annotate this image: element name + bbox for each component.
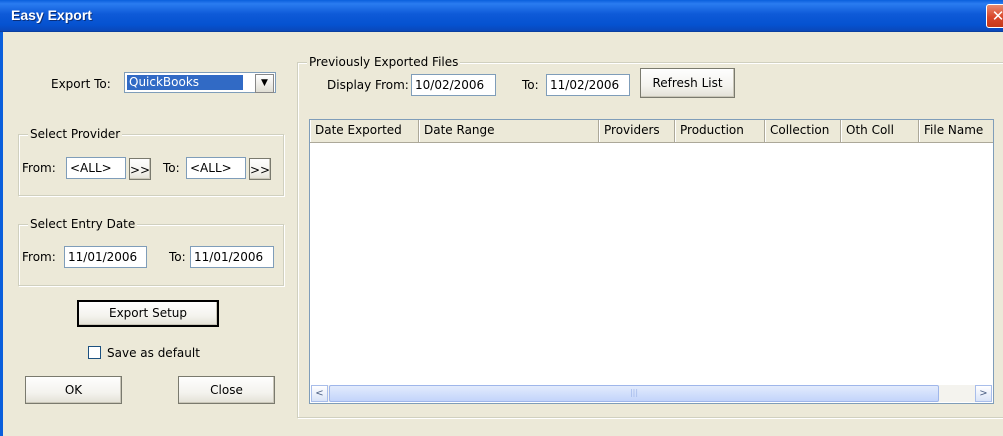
horizontal-scrollbar[interactable]: < ||| > xyxy=(311,385,992,402)
column-production[interactable]: Production xyxy=(675,120,765,142)
display-to-field[interactable]: 11/02/2006 xyxy=(546,74,630,96)
chevron-down-icon[interactable]: ▼ xyxy=(255,74,274,93)
title-bar[interactable]: Easy Export ✕ xyxy=(0,0,1003,32)
provider-to-field[interactable]: <ALL> xyxy=(186,157,246,179)
scrollbar-thumb[interactable]: ||| xyxy=(329,385,939,402)
list-header: Date Exported Date Range Providers Produ… xyxy=(310,120,993,143)
previous-files-legend: Previously Exported Files xyxy=(307,55,461,69)
column-providers[interactable]: Providers xyxy=(599,120,675,142)
window-title: Easy Export xyxy=(11,7,92,23)
scroll-left-arrow-icon[interactable]: < xyxy=(311,385,328,402)
select-entry-date-legend: Select Entry Date xyxy=(28,217,138,231)
provider-from-field[interactable]: <ALL> xyxy=(66,157,126,179)
close-icon: ✕ xyxy=(991,7,1003,25)
save-as-default-label: Save as default xyxy=(107,346,200,360)
save-as-default-checkbox[interactable] xyxy=(88,346,101,359)
entry-date-to-field[interactable]: 11/01/2006 xyxy=(190,246,274,268)
export-to-label: Export To: xyxy=(51,77,111,91)
close-button[interactable]: Close xyxy=(178,376,275,404)
provider-from-browse-button[interactable]: >> xyxy=(129,158,151,180)
entry-date-from-field[interactable]: 11/01/2006 xyxy=(64,246,147,268)
display-to-label: To: xyxy=(522,78,539,92)
export-to-select[interactable]: QuickBooks ▼ xyxy=(124,72,276,93)
export-to-selected-value: QuickBooks xyxy=(127,75,243,90)
entry-date-from-label: From: xyxy=(22,250,56,264)
select-provider-legend: Select Provider xyxy=(28,127,123,141)
provider-from-label: From: xyxy=(22,161,56,175)
provider-to-browse-button[interactable]: >> xyxy=(249,158,271,180)
column-date-exported[interactable]: Date Exported xyxy=(310,120,419,142)
column-oth-coll[interactable]: Oth Coll xyxy=(841,120,919,142)
export-setup-button[interactable]: Export Setup xyxy=(77,300,219,327)
column-collection[interactable]: Collection xyxy=(765,120,841,142)
refresh-list-button[interactable]: Refresh List xyxy=(640,68,735,98)
ok-button[interactable]: OK xyxy=(25,376,122,404)
exported-files-list[interactable]: Date Exported Date Range Providers Produ… xyxy=(309,119,994,404)
column-file-name[interactable]: File Name xyxy=(919,120,993,142)
provider-to-label: To: xyxy=(163,161,180,175)
scroll-right-arrow-icon[interactable]: > xyxy=(975,385,992,402)
display-from-field[interactable]: 10/02/2006 xyxy=(411,74,496,96)
entry-date-to-label: To: xyxy=(169,250,186,264)
close-window-button[interactable]: ✕ xyxy=(986,4,1003,28)
display-from-label: Display From: xyxy=(327,78,409,92)
column-date-range[interactable]: Date Range xyxy=(419,120,599,142)
